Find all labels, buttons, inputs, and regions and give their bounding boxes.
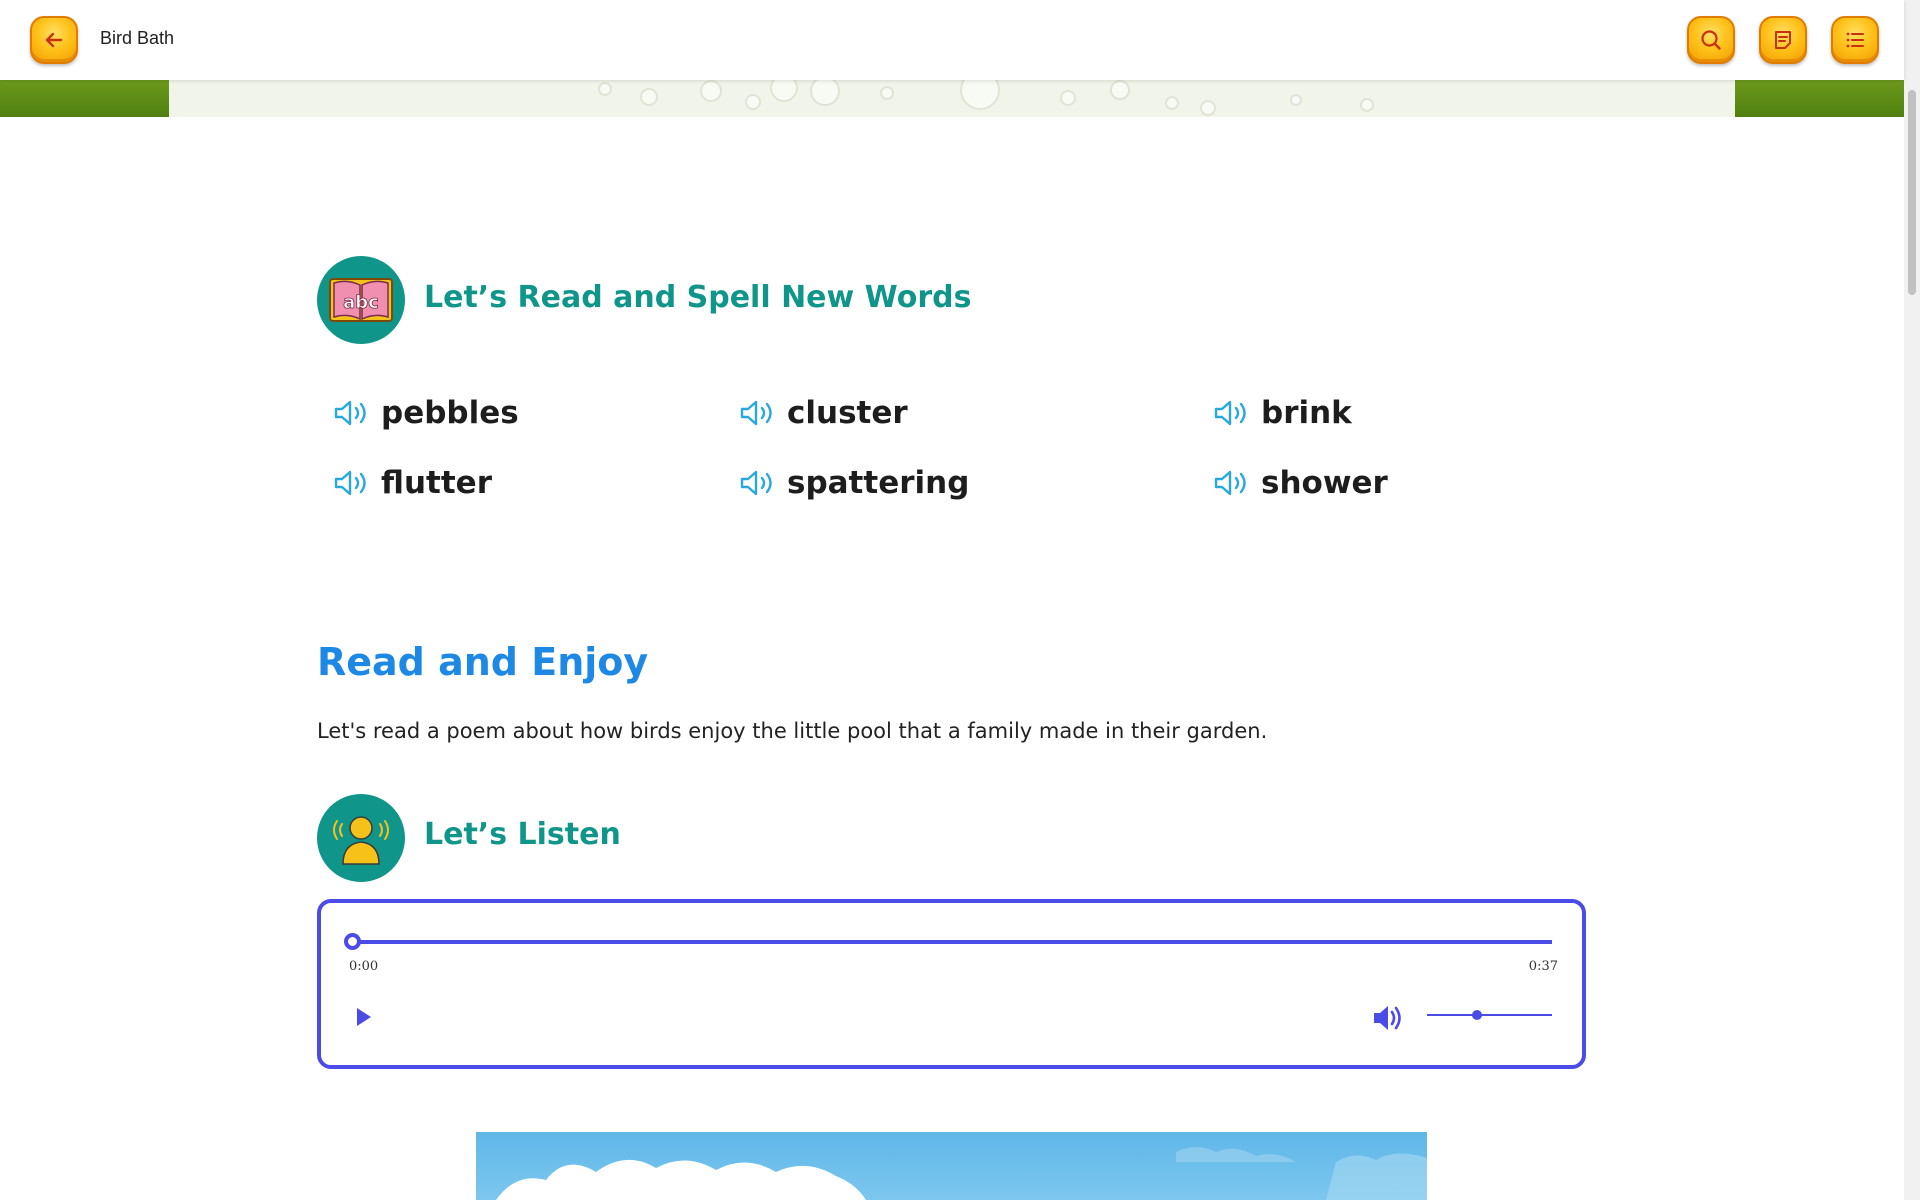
volume-slider[interactable] — [1427, 1014, 1552, 1016]
vocab-word: pebbles — [333, 395, 519, 431]
read-intro-text: Let's read a poem about how birds enjoy … — [317, 719, 1268, 743]
banner-grass-right — [1735, 80, 1904, 117]
abc-book-icon: abc — [317, 256, 405, 344]
page-scrollbar[interactable] — [1904, 0, 1920, 1200]
banner-grass-left — [0, 80, 169, 117]
search-button[interactable] — [1687, 16, 1735, 64]
vocab-word-label: brink — [1261, 395, 1352, 431]
duration: 0:37 — [1528, 959, 1558, 974]
scrollbar-thumb[interactable] — [1908, 90, 1916, 295]
vocab-word: flutter — [333, 465, 492, 501]
search-icon — [1701, 30, 1721, 50]
speaker-icon[interactable] — [333, 468, 371, 498]
vocab-word-label: pebbles — [381, 395, 519, 431]
vocab-word: spattering — [739, 465, 969, 501]
menu-button[interactable] — [1831, 16, 1879, 64]
vocab-heading: Let’s Read and Spell New Words — [424, 280, 972, 315]
listen-heading: Let’s Listen — [424, 817, 621, 852]
vocab-word-label: shower — [1261, 465, 1388, 501]
seek-bar[interactable] — [352, 940, 1552, 944]
speaker-icon[interactable] — [739, 468, 777, 498]
volume-handle[interactable] — [1472, 1010, 1482, 1020]
speaker-icon[interactable] — [333, 398, 371, 428]
vocab-word-label: flutter — [381, 465, 492, 501]
poem-illustration — [476, 1132, 1427, 1200]
vocab-word: brink — [1213, 395, 1352, 431]
speaker-icon[interactable] — [1213, 398, 1251, 428]
top-app-bar: Bird Bath — [0, 0, 1904, 80]
listener-icon — [317, 794, 405, 882]
app-title: Bird Bath — [100, 28, 175, 48]
chapter-banner — [0, 70, 1904, 117]
svg-text:abc: abc — [343, 292, 379, 313]
list-menu-icon — [1846, 32, 1864, 48]
read-enjoy-heading: Read and Enjoy — [317, 640, 649, 684]
seek-handle[interactable] — [344, 933, 361, 950]
vocab-word-label: spattering — [787, 465, 970, 501]
arrow-left-icon — [45, 32, 63, 48]
speaker-icon[interactable] — [1213, 468, 1251, 498]
vocab-word-label: cluster — [787, 395, 908, 431]
speaker-icon[interactable] — [739, 398, 777, 428]
current-time: 0:00 — [349, 959, 379, 974]
back-button[interactable] — [30, 16, 78, 64]
notes-button[interactable] — [1759, 16, 1807, 64]
vocab-word: cluster — [739, 395, 908, 431]
notes-icon — [1775, 31, 1791, 49]
audio-player: 0:00 0:37 — [317, 899, 1586, 1069]
play-icon[interactable] — [351, 1005, 375, 1029]
volume-icon[interactable] — [1372, 1003, 1404, 1033]
vocab-word: shower — [1213, 465, 1388, 501]
